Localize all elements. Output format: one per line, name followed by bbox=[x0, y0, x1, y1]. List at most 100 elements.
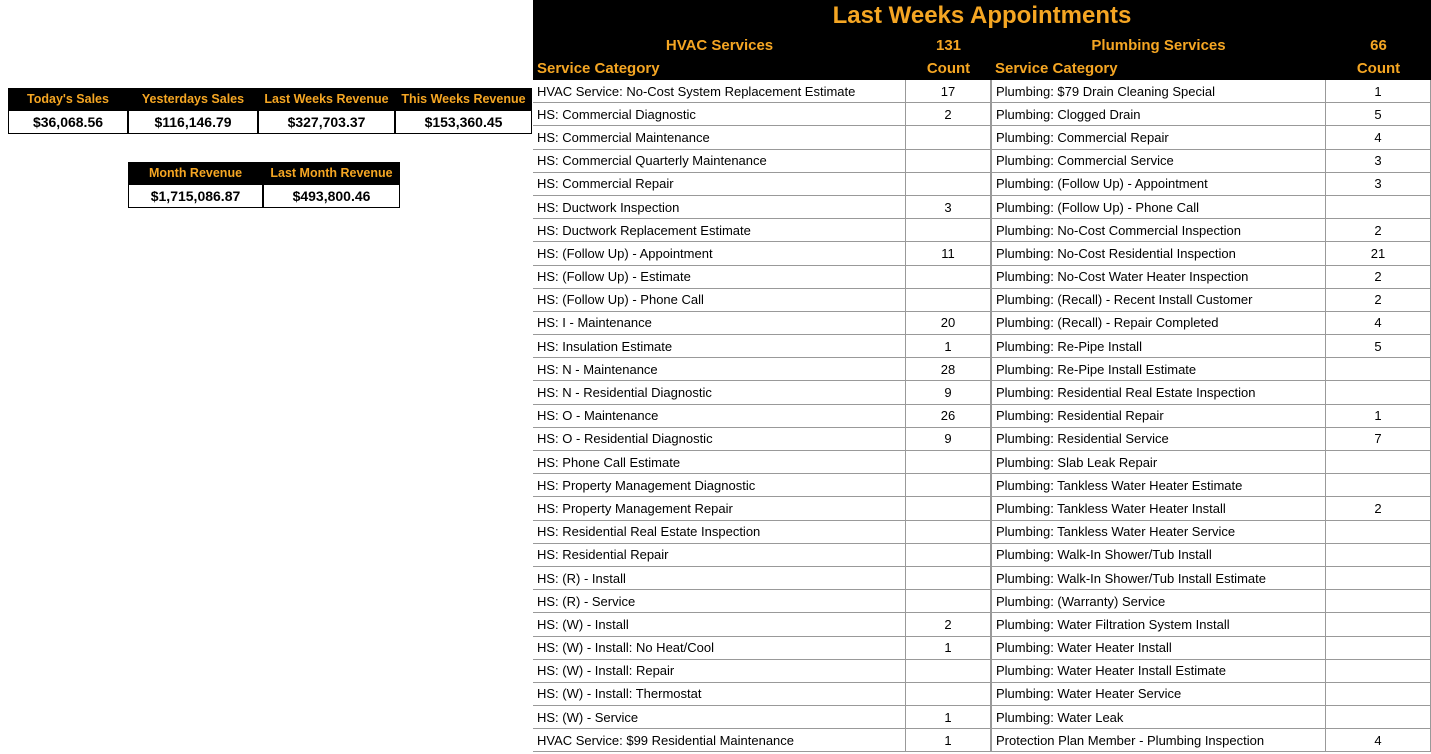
hvac-category-cell: HS: O - Maintenance bbox=[533, 405, 906, 428]
plumbing-count-header: Count bbox=[1326, 57, 1431, 80]
plumbing-count-cell: 2 bbox=[1326, 497, 1431, 520]
plumbing-category-cell: Plumbing: Water Heater Service bbox=[991, 683, 1326, 706]
plumbing-category-cell: Plumbing: Commercial Service bbox=[991, 150, 1326, 173]
hvac-count-cell: 9 bbox=[906, 381, 991, 404]
table-row: HS: (Follow Up) - Estimate bbox=[533, 266, 991, 289]
yesterday-sales-cell: Yesterdays Sales $116,146.79 bbox=[128, 88, 258, 134]
plumbing-category-cell: Plumbing: Residential Repair bbox=[991, 405, 1326, 428]
table-row: HS: (W) - Install: No Heat/Cool1 bbox=[533, 637, 991, 660]
plumbing-category-cell: Plumbing: No-Cost Water Heater Inspectio… bbox=[991, 266, 1326, 289]
plumbing-count-cell: 2 bbox=[1326, 289, 1431, 312]
hvac-category-cell: HS: (Follow Up) - Phone Call bbox=[533, 289, 906, 312]
hvac-count-cell bbox=[906, 660, 991, 683]
today-sales-label: Today's Sales bbox=[8, 88, 128, 110]
hvac-count-cell bbox=[906, 150, 991, 173]
table-row: Plumbing: Commercial Service3 bbox=[991, 150, 1431, 173]
plumbing-count-cell: 2 bbox=[1326, 219, 1431, 242]
plumbing-category-cell: Protection Plan Member - Plumbing Inspec… bbox=[991, 729, 1326, 752]
plumbing-count-cell bbox=[1326, 358, 1431, 381]
lastmonth-revenue-value: $493,800.46 bbox=[263, 184, 400, 208]
hvac-category-cell: HVAC Service: No-Cost System Replacement… bbox=[533, 80, 906, 103]
table-row: HS: Insulation Estimate1 bbox=[533, 335, 991, 358]
plumbing-count-cell: 1 bbox=[1326, 80, 1431, 103]
table-row: HS: Commercial Quarterly Maintenance bbox=[533, 150, 991, 173]
column-header-row: Service Category Count Service Category … bbox=[533, 57, 1431, 80]
thisweek-revenue-value: $153,360.45 bbox=[395, 110, 532, 134]
hvac-count-cell: 1 bbox=[906, 706, 991, 729]
hvac-category-cell: HS: N - Maintenance bbox=[533, 358, 906, 381]
appointments-title: Last Weeks Appointments bbox=[533, 0, 1431, 34]
plumbing-count-cell bbox=[1326, 637, 1431, 660]
plumbing-category-cell: Plumbing: Tankless Water Heater Estimate bbox=[991, 474, 1326, 497]
hvac-count-cell bbox=[906, 683, 991, 706]
hvac-category-cell: HS: (Follow Up) - Estimate bbox=[533, 266, 906, 289]
plumbing-count-cell: 7 bbox=[1326, 428, 1431, 451]
table-row: HVAC Service: No-Cost System Replacement… bbox=[533, 80, 991, 103]
hvac-count-cell bbox=[906, 521, 991, 544]
lastmonth-revenue-cell: Last Month Revenue $493,800.46 bbox=[263, 162, 400, 208]
hvac-count-cell: 1 bbox=[906, 335, 991, 358]
plumbing-category-cell: Plumbing: Tankless Water Heater Service bbox=[991, 521, 1326, 544]
yesterday-sales-value: $116,146.79 bbox=[128, 110, 258, 134]
hvac-count-cell bbox=[906, 567, 991, 590]
plumbing-count-cell: 21 bbox=[1326, 242, 1431, 265]
appointments-panel: Last Weeks Appointments HVAC Services 13… bbox=[533, 0, 1431, 752]
hvac-column: HVAC Service: No-Cost System Replacement… bbox=[533, 80, 991, 752]
hvac-count-cell: 9 bbox=[906, 428, 991, 451]
yesterday-sales-label: Yesterdays Sales bbox=[128, 88, 258, 110]
plumbing-category-cell: Plumbing: Walk-In Shower/Tub Install bbox=[991, 544, 1326, 567]
plumbing-category-cell: Plumbing: (Follow Up) - Phone Call bbox=[991, 196, 1326, 219]
table-row: HS: (W) - Install2 bbox=[533, 613, 991, 636]
table-row: Plumbing: Tankless Water Heater Service bbox=[991, 521, 1431, 544]
table-row: Plumbing: (Follow Up) - Appointment3 bbox=[991, 173, 1431, 196]
table-row: Plumbing: Re-Pipe Install Estimate bbox=[991, 358, 1431, 381]
plumbing-category-cell: Plumbing: (Follow Up) - Appointment bbox=[991, 173, 1326, 196]
hvac-category-cell: HS: Property Management Diagnostic bbox=[533, 474, 906, 497]
hvac-category-header: Service Category bbox=[533, 57, 906, 80]
table-row: Plumbing: Water Heater Install Estimate bbox=[991, 660, 1431, 683]
table-row: HS: (W) - Service1 bbox=[533, 706, 991, 729]
table-row: Plumbing: Water Leak bbox=[991, 706, 1431, 729]
table-row: HS: Property Management Repair bbox=[533, 497, 991, 520]
plumbing-category-cell: Plumbing: No-Cost Residential Inspection bbox=[991, 242, 1326, 265]
plumbing-category-cell: Plumbing: Commercial Repair bbox=[991, 126, 1326, 149]
table-row: HS: Ductwork Inspection3 bbox=[533, 196, 991, 219]
plumbing-count-cell bbox=[1326, 660, 1431, 683]
plumbing-category-cell: Plumbing: Re-Pipe Install bbox=[991, 335, 1326, 358]
hvac-count-cell bbox=[906, 590, 991, 613]
hvac-category-cell: HS: Insulation Estimate bbox=[533, 335, 906, 358]
hvac-count-cell bbox=[906, 219, 991, 242]
hvac-count-cell bbox=[906, 126, 991, 149]
hvac-count-cell: 3 bbox=[906, 196, 991, 219]
table-row: Plumbing: $79 Drain Cleaning Special1 bbox=[991, 80, 1431, 103]
hvac-count-cell: 2 bbox=[906, 103, 991, 126]
hvac-category-cell: HS: Commercial Maintenance bbox=[533, 126, 906, 149]
plumbing-count-cell: 1 bbox=[1326, 405, 1431, 428]
lastweek-revenue-label: Last Weeks Revenue bbox=[258, 88, 395, 110]
table-row: HS: Property Management Diagnostic bbox=[533, 474, 991, 497]
table-row: Plumbing: Residential Real Estate Inspec… bbox=[991, 381, 1431, 404]
hvac-category-cell: HS: Phone Call Estimate bbox=[533, 451, 906, 474]
hvac-category-cell: HS: (R) - Service bbox=[533, 590, 906, 613]
table-row: Plumbing: (Recall) - Repair Completed4 bbox=[991, 312, 1431, 335]
hvac-category-cell: HS: (W) - Install: Thermostat bbox=[533, 683, 906, 706]
today-sales-cell: Today's Sales $36,068.56 bbox=[8, 88, 128, 134]
plumbing-count-cell bbox=[1326, 196, 1431, 219]
services-header-row: HVAC Services 131 Plumbing Services 66 bbox=[533, 34, 1431, 57]
plumbing-category-cell: Plumbing: Water Heater Install bbox=[991, 637, 1326, 660]
table-row: HS: (W) - Install: Thermostat bbox=[533, 683, 991, 706]
plumbing-count-cell bbox=[1326, 451, 1431, 474]
table-row: Plumbing: No-Cost Commercial Inspection2 bbox=[991, 219, 1431, 242]
plumbing-count-cell bbox=[1326, 381, 1431, 404]
plumbing-category-cell: Plumbing: Walk-In Shower/Tub Install Est… bbox=[991, 567, 1326, 590]
table-row: Protection Plan Member - Plumbing Inspec… bbox=[991, 729, 1431, 752]
table-row: HS: N - Maintenance28 bbox=[533, 358, 991, 381]
table-row: HS: Phone Call Estimate bbox=[533, 451, 991, 474]
hvac-count-cell: 1 bbox=[906, 637, 991, 660]
table-row: Plumbing: (Recall) - Recent Install Cust… bbox=[991, 289, 1431, 312]
table-row: Plumbing: Clogged Drain5 bbox=[991, 103, 1431, 126]
month-revenue-value: $1,715,086.87 bbox=[128, 184, 263, 208]
table-row: Plumbing: (Follow Up) - Phone Call bbox=[991, 196, 1431, 219]
plumbing-category-header: Service Category bbox=[991, 57, 1326, 80]
hvac-services-title: HVAC Services bbox=[533, 34, 906, 57]
